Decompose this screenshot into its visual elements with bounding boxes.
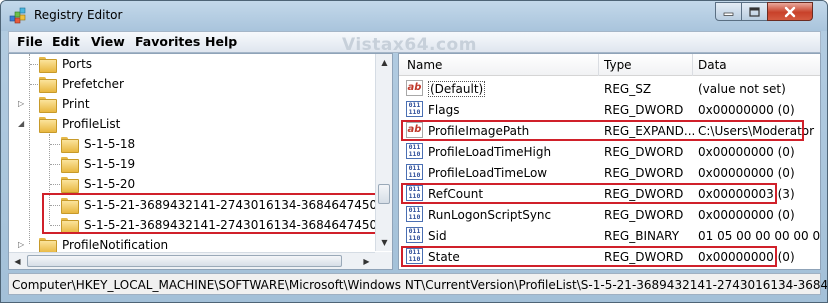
tree-item-print[interactable]: ▷ Print — [9, 94, 90, 114]
tree-item-label: Print — [62, 97, 90, 111]
value-row-sid[interactable]: 011 110 Sid REG_BINARY 01 05 00 00 00 00 … — [399, 225, 820, 246]
menu-bar: File Edit View Favorites Help Vistax64.c… — [8, 31, 821, 55]
scroll-left-arrow-icon[interactable]: ◀ — [9, 253, 26, 269]
scroll-up-arrow-icon[interactable]: ▲ — [376, 54, 392, 71]
menu-view[interactable]: View — [91, 34, 125, 49]
close-icon — [784, 6, 796, 17]
menu-edit[interactable]: Edit — [52, 34, 80, 49]
value-data: 0x00000000 (0) — [698, 166, 795, 180]
tree-item-label: ProfileList — [62, 117, 121, 131]
watermark-text: Vistax64.com — [342, 35, 477, 55]
scrollbar-corner — [375, 252, 392, 269]
folder-icon — [61, 157, 79, 173]
column-header-data[interactable]: Data — [698, 58, 727, 72]
value-row-runlogonscriptsync[interactable]: 011 110 RunLogonScriptSync REG_DWORD 0x00… — [399, 204, 820, 225]
binary-value-icon: 011 110 — [406, 227, 423, 243]
tree-item-s-1-5-20[interactable]: S-1-5-20 — [9, 174, 135, 194]
value-row-profileloadtimelow[interactable]: 011 110 ProfileLoadTimeLow REG_DWORD 0x00… — [399, 162, 820, 183]
tree-connector — [50, 144, 60, 145]
registry-editor-window: Registry Editor File Edit View Favorites… — [0, 0, 828, 303]
tree-connector — [50, 184, 60, 185]
folder-icon — [39, 77, 57, 93]
tree-item-profilelist[interactable]: ◢ ProfileList — [9, 114, 120, 134]
folder-icon — [39, 97, 57, 113]
value-name: (Default) — [428, 81, 486, 97]
binary-value-icon: 011 110 — [406, 143, 423, 159]
binary-value-icon: 011 110 — [406, 164, 423, 180]
highlight-box — [401, 246, 777, 267]
expand-arrow-icon[interactable]: ▷ — [18, 99, 24, 108]
binary-value-icon: 011 110 — [406, 101, 423, 117]
value-type: REG_SZ — [604, 82, 652, 96]
value-type: REG_BINARY — [604, 229, 680, 243]
highlight-box — [401, 183, 777, 204]
highlight-box — [42, 193, 377, 234]
folder-icon — [61, 177, 79, 193]
folder-open-icon — [39, 117, 57, 133]
tree-item-s-1-5-19[interactable]: S-1-5-19 — [9, 154, 135, 174]
value-data: 0x00000000 (0) — [698, 103, 795, 117]
tree-item-label: S-1-5-18 — [84, 137, 136, 151]
registry-editor-icon — [9, 7, 26, 24]
folder-icon — [39, 238, 57, 254]
value-data: 01 05 00 00 00 00 00... — [698, 229, 821, 243]
minimize-icon — [723, 12, 734, 16]
folder-icon — [61, 137, 79, 153]
tree-item-label: S-1-5-19 — [84, 157, 136, 171]
column-divider[interactable] — [598, 54, 599, 76]
value-name: ProfileLoadTimeHigh — [428, 145, 552, 159]
tree-vertical-scrollbar[interactable]: ▲ ▼ — [375, 54, 392, 251]
maximize-button[interactable] — [741, 2, 768, 21]
value-type: REG_DWORD — [604, 145, 684, 159]
value-row-flags[interactable]: 011 110 Flags REG_DWORD 0x00000000 (0) — [399, 99, 820, 120]
column-divider[interactable] — [692, 54, 693, 76]
binary-value-icon: 011 110 — [406, 206, 423, 222]
value-data: 0x00000000 (0) — [698, 145, 795, 159]
close-button[interactable] — [767, 2, 813, 21]
menu-help[interactable]: Help — [205, 34, 237, 49]
scroll-thumb[interactable] — [27, 255, 342, 267]
value-data: (value not set) — [698, 82, 786, 96]
minimize-button[interactable] — [715, 2, 742, 21]
value-type: REG_DWORD — [604, 208, 684, 222]
menu-favorites[interactable]: Favorites — [135, 34, 200, 49]
tree-horizontal-scrollbar[interactable]: ◀ ▶ — [9, 252, 375, 269]
value-row-default[interactable]: ab (Default) REG_SZ (value not set) — [399, 78, 820, 99]
scroll-down-arrow-icon[interactable]: ▼ — [376, 234, 392, 251]
expand-arrow-icon[interactable]: ▷ — [18, 240, 24, 249]
string-value-icon: ab — [406, 80, 423, 96]
value-name: Flags — [428, 103, 460, 117]
tree-item-prefetcher[interactable]: Prefetcher — [9, 74, 124, 94]
title-bar[interactable]: Registry Editor — [1, 1, 827, 31]
tree-item-ports[interactable]: Ports — [9, 54, 92, 74]
maximize-icon — [749, 6, 760, 17]
column-header-name[interactable]: Name — [407, 58, 442, 72]
scroll-thumb[interactable] — [378, 184, 390, 204]
values-list-pane[interactable]: Name Type Data ab (Default) REG_SZ (valu… — [398, 53, 821, 270]
highlight-box — [401, 120, 804, 141]
tree-connector — [50, 164, 60, 165]
menu-file[interactable]: File — [17, 34, 43, 49]
value-type: REG_DWORD — [604, 166, 684, 180]
value-name: Sid — [428, 229, 447, 243]
value-row-profileloadtimehigh[interactable]: 011 110 ProfileLoadTimeHigh REG_DWORD 0x0… — [399, 141, 820, 162]
column-header-type[interactable]: Type — [604, 58, 632, 72]
tree-item-label: Prefetcher — [62, 77, 124, 91]
current-key-path: Computer\HKEY_LOCAL_MACHINE\SOFTWARE\Mic… — [12, 278, 828, 292]
values-header: Name Type Data — [399, 54, 820, 76]
tree-item-label: ProfileNotification — [62, 238, 169, 252]
key-tree-pane[interactable]: Ports Prefetcher ▷ Print ◢ ProfileList S… — [8, 53, 393, 270]
tree-item-label: Ports — [62, 57, 93, 71]
collapse-arrow-icon[interactable]: ◢ — [18, 119, 24, 128]
value-name: RunLogonScriptSync — [428, 208, 552, 222]
folder-icon — [39, 57, 57, 73]
tree-item-s-1-5-18[interactable]: S-1-5-18 — [9, 134, 135, 154]
status-bar: Computer\HKEY_LOCAL_MACHINE\SOFTWARE\Mic… — [8, 273, 827, 295]
tree-item-label: S-1-5-20 — [84, 177, 136, 191]
window-title: Registry Editor — [34, 8, 123, 22]
value-type: REG_DWORD — [604, 103, 684, 117]
value-name: ProfileLoadTimeLow — [428, 166, 548, 180]
value-data: 0x00000000 (0) — [698, 208, 795, 222]
scroll-right-arrow-icon[interactable]: ▶ — [358, 253, 375, 269]
